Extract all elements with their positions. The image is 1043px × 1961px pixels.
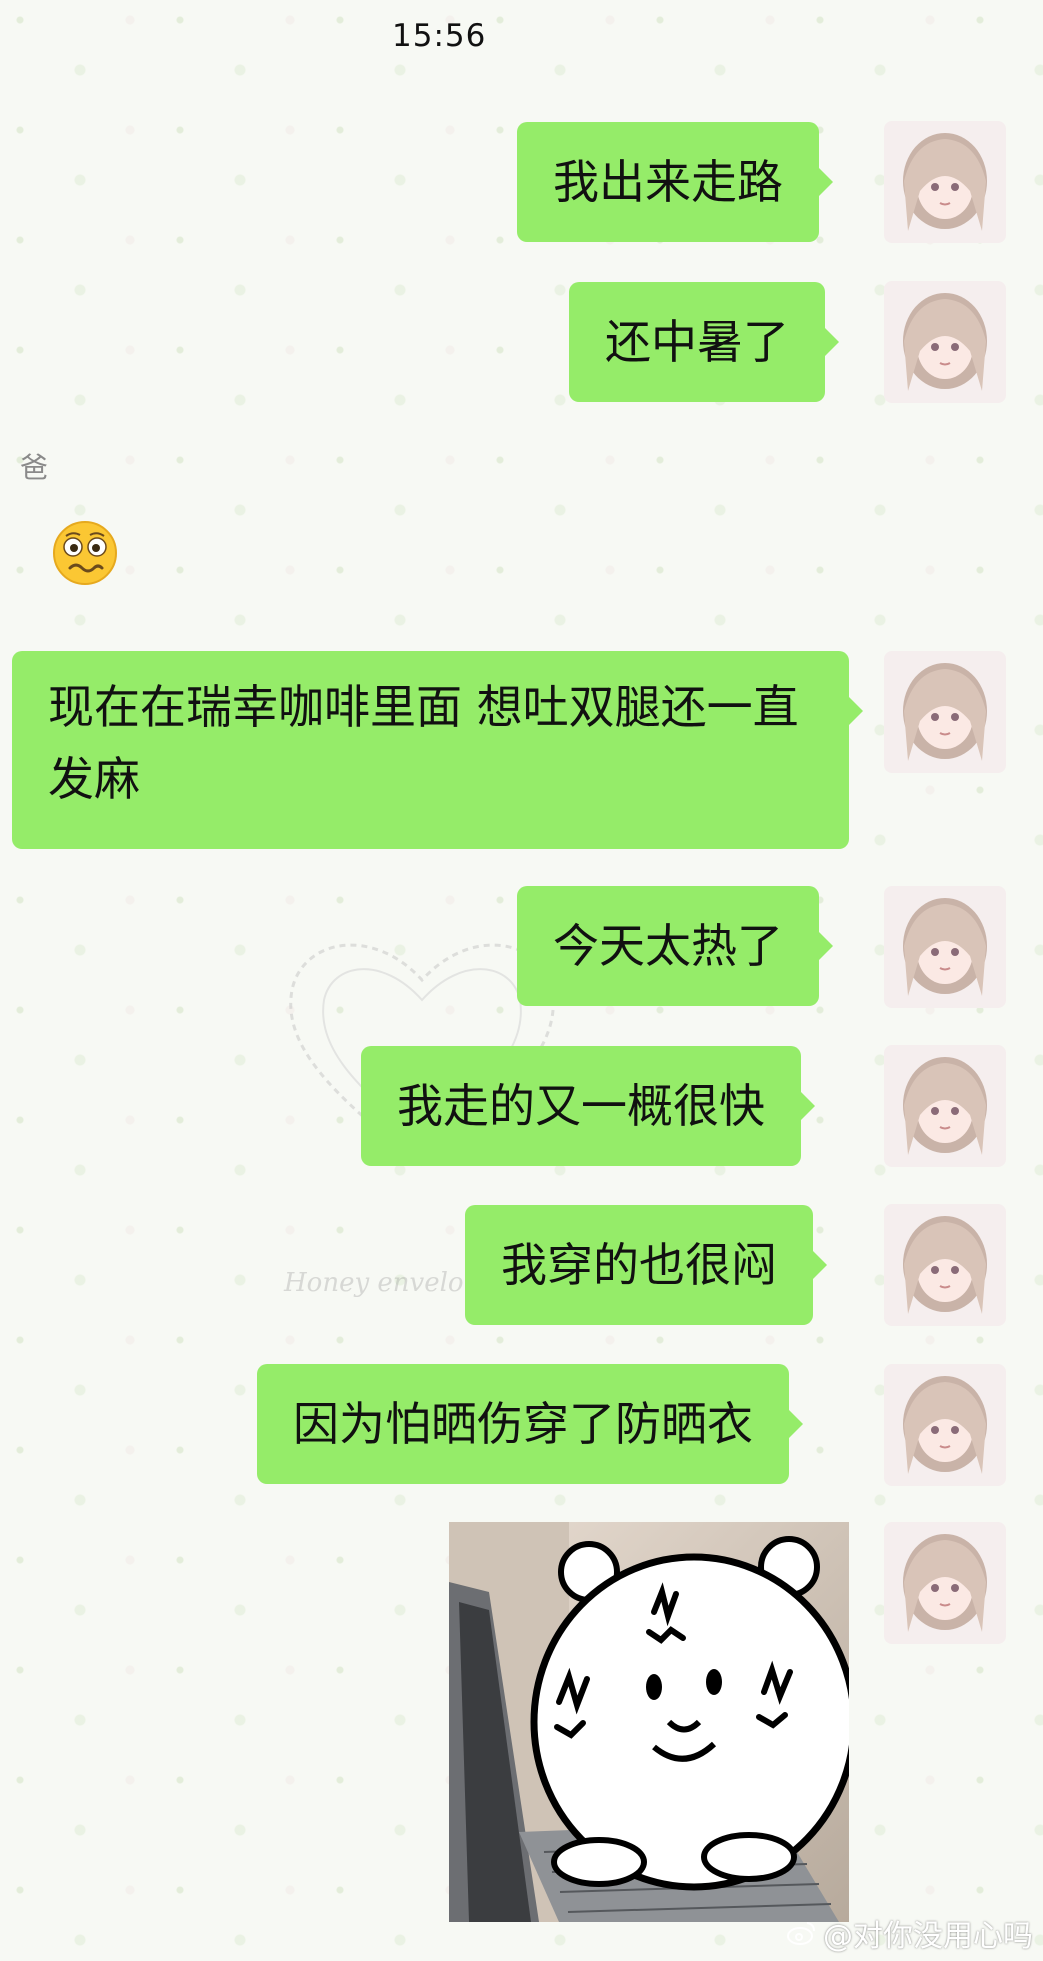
weibo-watermark: @对你没用心吗 [787, 1911, 1033, 1955]
message-text: 还中暑了 [605, 315, 789, 369]
message-bubble-self[interactable]: 现在在瑞幸咖啡里面 想吐双腿还一直发麻 [12, 651, 863, 849]
message-bubble-self[interactable]: 还中暑了 [569, 282, 839, 402]
message-bubble-self[interactable]: 今天太热了 [517, 886, 833, 1006]
message-bubble-self[interactable]: 我穿的也很闷 [465, 1205, 827, 1325]
self-avatar[interactable] [884, 1045, 1006, 1167]
message-text: 今天太热了 [553, 919, 783, 973]
self-avatar[interactable] [884, 1204, 1006, 1326]
woozy-face-icon[interactable] [52, 520, 118, 586]
self-avatar[interactable] [884, 281, 1006, 403]
message-text: 我穿的也很闷 [501, 1238, 777, 1292]
message-text: 我走的又一概很快 [397, 1079, 765, 1133]
wallpaper-watermark-text: Honey envelo [284, 1268, 464, 1298]
message-text: 现在在瑞幸咖啡里面 想吐双腿还一直发麻 [48, 680, 799, 806]
weibo-logo-icon [787, 1922, 815, 1945]
self-avatar[interactable] [884, 121, 1006, 243]
message-bubble-self[interactable]: 我出来走路 [517, 122, 833, 242]
watermark-text: @对你没用心吗 [823, 1919, 1033, 1954]
bear-sticker-image[interactable] [449, 1522, 849, 1922]
self-avatar[interactable] [884, 886, 1006, 1008]
self-avatar[interactable] [884, 1522, 1006, 1644]
angry-bear-at-laptop-sticker [449, 1522, 849, 1922]
message-text: 我出来走路 [553, 155, 783, 209]
message-bubble-self[interactable]: 我走的又一概很快 [361, 1046, 815, 1166]
message-bubble-self[interactable]: 因为怕晒伤穿了防晒衣 [257, 1364, 803, 1484]
message-text: 因为怕晒伤穿了防晒衣 [293, 1397, 753, 1451]
self-avatar[interactable] [884, 1364, 1006, 1486]
self-avatar[interactable] [884, 651, 1006, 773]
sender-name: 爸 [20, 451, 49, 484]
status-bar-time: 15:56 [392, 18, 487, 54]
